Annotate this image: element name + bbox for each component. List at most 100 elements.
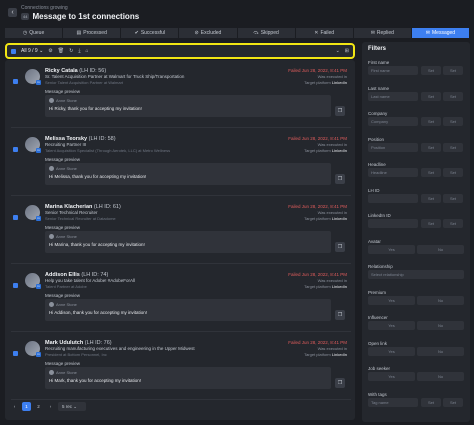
executed-text: Was executed in [317, 74, 347, 79]
filter-set-button[interactable]: Set [421, 168, 441, 177]
trash-icon[interactable]: 🗑 [58, 48, 64, 54]
filter-label: Relationship [368, 264, 393, 269]
filter-yes-button[interactable]: Yes [368, 295, 415, 305]
message-text: Hi Ricky, thank you for accepting my inv… [49, 106, 142, 111]
sender-row: Anne Stone [49, 234, 77, 239]
filter-set-button[interactable]: Set [443, 91, 463, 101]
row-checkbox[interactable] [13, 79, 18, 84]
avatar[interactable]: in [25, 205, 41, 221]
filter-input[interactable]: Last name [368, 91, 418, 101]
filter-input[interactable]: First name [368, 66, 418, 75]
message-text: Hi Melissa, thank you for accepting my i… [49, 174, 147, 179]
filter-yes-button[interactable]: Yes [368, 244, 415, 254]
filter-input[interactable]: Tag name [368, 397, 418, 407]
filter-no-button[interactable]: No [417, 244, 464, 254]
filter-set-button[interactable]: Set [443, 397, 463, 407]
sender-avatar [49, 370, 54, 375]
tab-skipped[interactable]: ⤼ Skipped [237, 28, 295, 38]
filter-set-button[interactable]: Set [421, 219, 441, 228]
tab-queue[interactable]: ◷ Queue [5, 28, 63, 38]
settings-icon[interactable]: ⚙ [48, 48, 52, 54]
filter-set-button[interactable]: Set [421, 91, 441, 101]
next-page-button[interactable]: › [46, 402, 55, 411]
filter-set-button[interactable]: Set [421, 397, 441, 407]
filter-set-button[interactable]: Set [443, 66, 463, 75]
ban-icon: ⊘ [194, 30, 199, 36]
avatar[interactable]: in [25, 273, 41, 289]
tab-failed[interactable]: ✕ Failed [295, 28, 353, 38]
linkedin-icon: in [36, 148, 41, 153]
filter-yes-button[interactable]: Yes [368, 372, 415, 381]
filter-no-button[interactable]: No [417, 346, 464, 356]
page-size-select[interactable]: 5 rec ⌄ [58, 402, 86, 411]
copy-icon[interactable]: ❐ [335, 242, 345, 252]
filter-input[interactable] [368, 219, 418, 228]
tab-label: Messaged [432, 30, 456, 36]
filter-yes-button[interactable]: Yes [368, 321, 415, 330]
sender-row: Anne Stone [49, 98, 77, 103]
subline: Talent Acquisition Specialist (Through A… [45, 148, 171, 153]
filter-no-button[interactable]: No [417, 295, 464, 305]
filter-label: Headline [368, 162, 386, 167]
avatar[interactable]: in [25, 69, 41, 85]
sender-avatar [49, 234, 54, 239]
filter-no-button[interactable]: No [417, 321, 464, 330]
filter-set-button[interactable]: Set [443, 219, 463, 228]
copy-icon[interactable]: ❐ [335, 106, 345, 116]
filter-set-button[interactable]: Set [421, 117, 441, 126]
platform-row: Target platform LinkedIn [304, 216, 347, 221]
filter-set-button[interactable]: Set [421, 66, 441, 75]
filter-set-button[interactable]: Set [421, 193, 441, 203]
tab-label: Processed [83, 30, 107, 36]
filter-input[interactable]: Headline [368, 168, 418, 177]
filter-input[interactable] [368, 193, 418, 203]
avatar[interactable]: in [25, 341, 41, 357]
select-all-checkbox[interactable] [11, 48, 16, 54]
back-button[interactable]: ‹ [8, 8, 17, 17]
filter-input[interactable]: Position [368, 142, 418, 152]
tab-messaged[interactable]: ✉ Messaged [411, 28, 469, 38]
row-checkbox[interactable] [13, 147, 18, 152]
tab-successful[interactable]: ✔ Successful [121, 28, 179, 38]
breadcrumb[interactable]: Connections growing [21, 5, 68, 11]
tab-label: Replied [376, 30, 394, 36]
pagination: ‹ 1 2 › 5 rec ⌄ [10, 402, 86, 411]
copy-icon[interactable]: ❐ [335, 174, 345, 184]
filter-set-button[interactable]: Set [443, 193, 463, 203]
copy-icon[interactable]: ❐ [335, 378, 345, 388]
avatar[interactable]: in [25, 137, 41, 153]
status-text: Failed Jun 28, 2022, 8:41 PM [288, 272, 347, 277]
filter-yes-button[interactable]: Yes [368, 346, 415, 356]
preview-label: Message preview [45, 293, 81, 298]
sender-name: Anne Stone [56, 98, 77, 103]
preview-label: Message preview [45, 157, 81, 162]
download-icon[interactable]: ⤓ [78, 48, 80, 54]
filter-no-button[interactable]: No [417, 372, 464, 381]
tab-excluded[interactable]: ⊘ Excluded [179, 28, 237, 38]
row-checkbox[interactable] [13, 351, 18, 356]
platform-row: Target platform LinkedIn [304, 352, 347, 357]
filter-select[interactable]: Select relationship [368, 270, 464, 279]
prev-page-button[interactable]: ‹ [10, 402, 19, 411]
copy-icon[interactable]: ❐ [335, 310, 345, 320]
tab-replied[interactable]: ✉ Replied [353, 28, 411, 38]
row-checkbox[interactable] [13, 283, 18, 288]
selection-dropdown[interactable]: All 9 / 9 ⌄ [21, 48, 43, 54]
row-checkbox[interactable] [13, 215, 18, 220]
page-button[interactable]: 2 [34, 402, 43, 411]
filter-label: Open link [368, 340, 388, 346]
refresh-icon[interactable]: ↻ [69, 48, 73, 54]
filter-input[interactable]: Company [368, 117, 418, 126]
grid-icon[interactable]: ⊞ [345, 48, 349, 54]
filter-set-button[interactable]: Set [443, 168, 463, 177]
filter-set-button[interactable]: Set [443, 117, 463, 126]
list-item: in Melissa Teorsky (LH ID: 58) Recruitin… [11, 130, 351, 196]
subline: Senior Talent Acquisition Partner at Wal… [45, 80, 124, 85]
filter-set-button[interactable]: Set [421, 142, 441, 152]
tag-icon[interactable]: ⌂ [86, 48, 89, 54]
chevron-down-icon[interactable]: ⌄ [336, 48, 340, 54]
page-button[interactable]: 1 [22, 402, 31, 411]
filters-panel: Filters First name First name Set Set Last n… [362, 42, 470, 422]
tab-processed[interactable]: ▤ Processed [63, 28, 121, 38]
filter-set-button[interactable]: Set [443, 142, 463, 152]
